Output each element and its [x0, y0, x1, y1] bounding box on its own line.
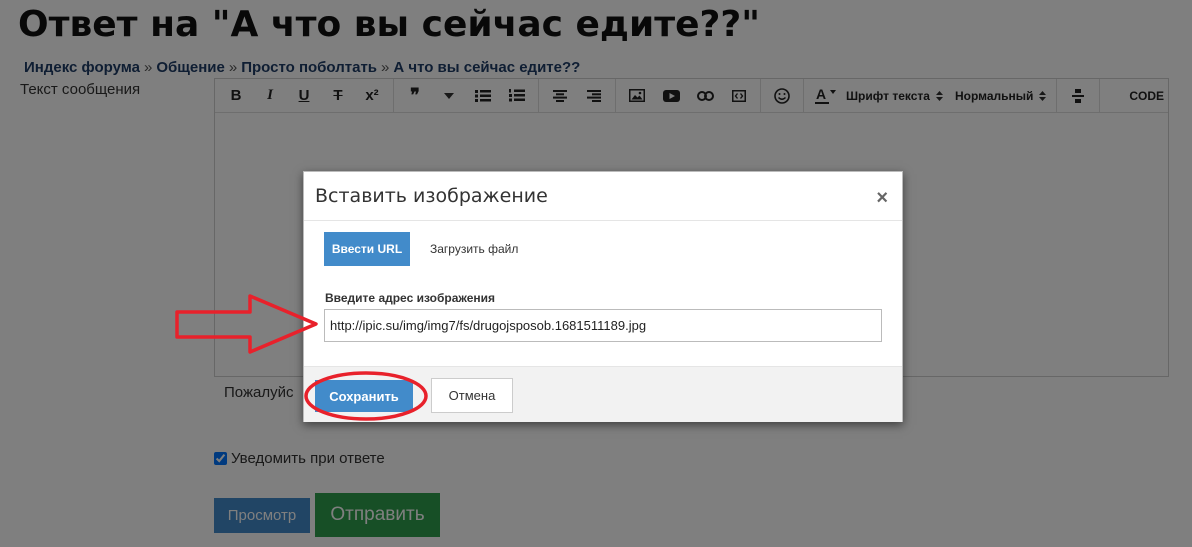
save-button[interactable]: Сохранить: [315, 380, 413, 412]
dialog-footer: Сохранить Отмена: [304, 366, 902, 422]
close-icon[interactable]: ×: [876, 188, 888, 208]
dialog-title: Вставить изображение: [315, 185, 548, 207]
dialog-tabs: Ввести URL Загрузить файл: [324, 232, 518, 266]
tab-enter-url[interactable]: Ввести URL: [324, 232, 410, 266]
image-url-label: Введите адрес изображения: [325, 291, 496, 305]
insert-image-dialog: Вставить изображение × Ввести URL Загруз…: [303, 171, 903, 422]
dialog-header: Вставить изображение ×: [304, 172, 902, 221]
image-url-input[interactable]: [324, 309, 882, 342]
cancel-button[interactable]: Отмена: [431, 378, 513, 413]
tab-upload-file[interactable]: Загрузить файл: [430, 242, 518, 256]
